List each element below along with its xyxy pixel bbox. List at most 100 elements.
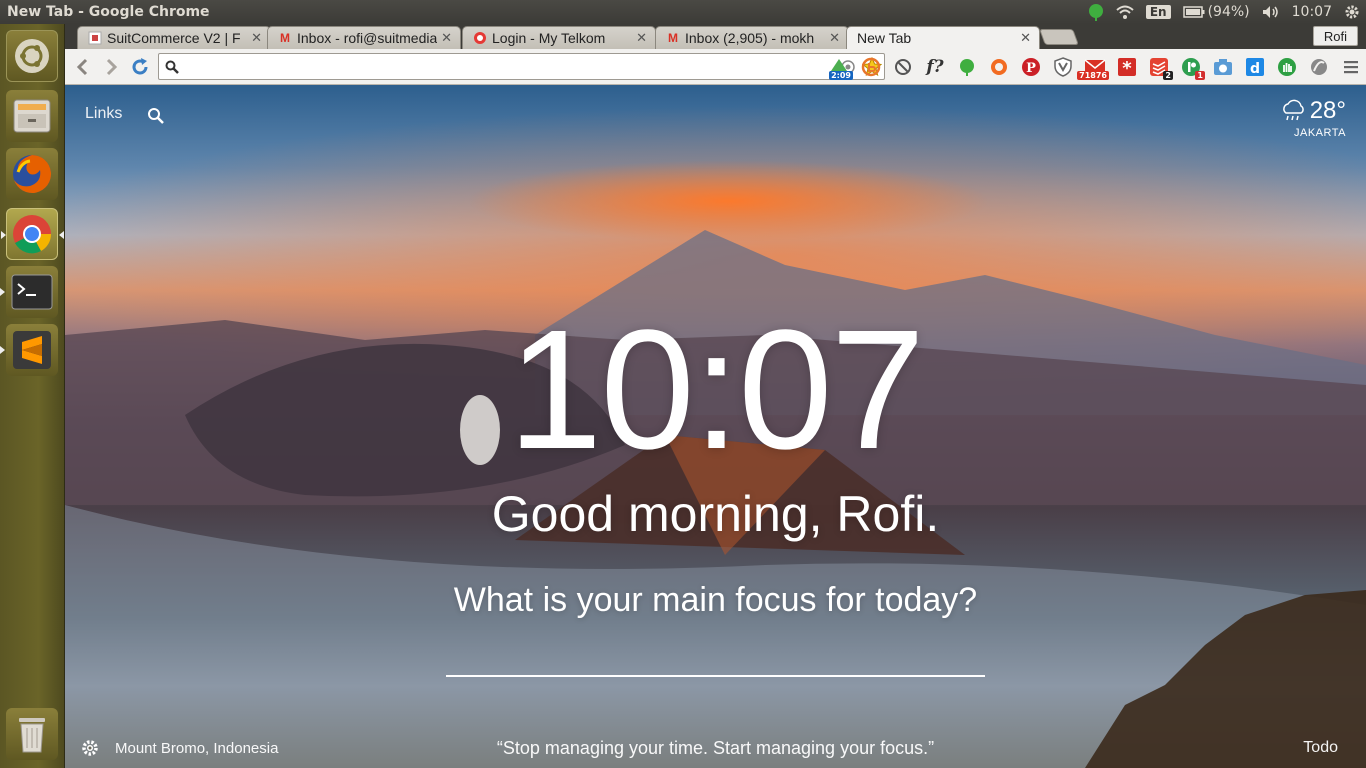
firefox-sync-extension-icon[interactable] [983, 54, 1015, 80]
grey-swirl-extension-icon[interactable] [1303, 54, 1335, 80]
battery-indicator[interactable]: (94%) [1182, 4, 1250, 20]
extension-bar: 2:09 f? P 71876 * 2 1 d [823, 54, 1366, 80]
wifi-icon[interactable] [1116, 5, 1134, 19]
top-panel: New Tab - Google Chrome En (94%) 10:07 [0, 0, 1366, 24]
tab-title: Login - My Telkom [492, 30, 606, 46]
mail-checker-extension-icon[interactable]: 71876 [1077, 54, 1111, 80]
tab-strip: SuitCommerce V2 | F ✕ M Inbox - rofi@sui… [65, 24, 1366, 49]
terminal-icon [11, 274, 53, 310]
tab-gmail-mokh[interactable]: M Inbox (2,905) - mokh ✕ [655, 26, 849, 49]
reload-button[interactable] [126, 53, 154, 81]
focused-indicator [59, 231, 64, 239]
profile-button[interactable]: Rofi [1312, 26, 1358, 46]
svg-text:d: d [1250, 61, 1260, 77]
forward-arrow-icon [106, 58, 118, 76]
lastpass-extension-icon[interactable]: * [1111, 54, 1143, 80]
tab-gmail-rofi[interactable]: M Inbox - rofi@suitmedia ✕ [267, 26, 461, 49]
files-icon [13, 99, 51, 133]
tab-title: Inbox (2,905) - mokh [685, 30, 815, 46]
timer-extension-icon[interactable]: 2:09 [823, 54, 855, 80]
evernote-indicator-icon[interactable] [1088, 3, 1104, 21]
trash-icon [19, 718, 45, 753]
battery-percent: (94%) [1207, 4, 1250, 20]
screenshot-extension-icon[interactable] [1207, 54, 1239, 80]
todo-button[interactable]: Todo [1303, 739, 1338, 757]
system-gear-icon[interactable] [1344, 4, 1360, 20]
tab-mytelkom[interactable]: Login - My Telkom ✕ [462, 26, 656, 49]
ubuntu-dash-button[interactable] [6, 30, 58, 82]
gmail-favicon-icon: M [280, 31, 290, 45]
rain-cloud-icon [1282, 99, 1304, 121]
links-button[interactable]: Links [85, 105, 122, 123]
daily-quote[interactable]: “Stop managing your time. Start managing… [65, 738, 1366, 759]
trash-launcher[interactable] [6, 708, 58, 760]
timer-badge: 2:09 [829, 71, 853, 80]
telkom-favicon-icon [473, 31, 487, 45]
battery-icon [1182, 6, 1205, 18]
tab-title: New Tab [857, 30, 912, 46]
terminal-launcher[interactable] [0, 266, 58, 318]
tab-title: Inbox - rofi@suitmedia [297, 30, 438, 46]
font-finder-extension-icon[interactable]: f? [919, 54, 951, 80]
hamburger-menu-icon [1344, 61, 1358, 74]
tab-close-icon[interactable]: ✕ [441, 30, 452, 46]
pinterest-extension-icon[interactable]: P [1015, 54, 1047, 80]
clock: 10:07 [507, 295, 925, 485]
clock-indicator[interactable]: 10:07 [1292, 4, 1332, 20]
weather-temperature: 28° [1309, 97, 1346, 124]
tab-close-icon[interactable]: ✕ [251, 30, 262, 46]
greeting: Good morning, Rofi. [491, 486, 940, 542]
weather-widget[interactable]: 28° JAKARTA [1280, 97, 1346, 139]
svg-text:P: P [1026, 61, 1036, 76]
files-launcher[interactable] [6, 90, 58, 142]
sublime-text-icon [13, 331, 51, 369]
focus-question: What is your main focus for today? [453, 581, 978, 619]
tab-title: SuitCommerce V2 | F [107, 30, 241, 46]
weather-location: JAKARTA [1294, 127, 1346, 139]
volume-icon[interactable] [1262, 5, 1280, 19]
focus-input[interactable] [446, 637, 985, 677]
sublime-text-launcher[interactable] [0, 324, 58, 376]
back-button[interactable] [69, 53, 97, 81]
reload-icon [132, 58, 148, 75]
suitcommerce-favicon-icon [88, 31, 102, 45]
window-title: New Tab - Google Chrome [7, 4, 210, 20]
shield-extension-icon[interactable] [1047, 54, 1079, 80]
firefox-launcher[interactable] [6, 148, 58, 200]
new-tab-button[interactable] [1039, 29, 1079, 45]
tab-suitcommerce[interactable]: SuitCommerce V2 | F ✕ [77, 26, 271, 49]
chrome-launcher[interactable] [1, 208, 64, 260]
todoist-badge: 2 [1163, 71, 1173, 80]
green-hand-extension-icon[interactable] [1271, 54, 1303, 80]
momentum-new-tab-page: Links 28° JAKARTA 10:07 Good morning, Ro… [65, 85, 1366, 768]
tab-close-icon[interactable]: ✕ [1020, 30, 1031, 46]
green-app-extension-icon[interactable]: 1 [1175, 54, 1207, 80]
tab-close-icon[interactable]: ✕ [636, 30, 647, 46]
chrome-menu-button[interactable] [1335, 54, 1366, 80]
keyboard-language-indicator[interactable]: En [1145, 5, 1171, 19]
running-indicator [1, 231, 6, 239]
evernote-extension-icon[interactable] [951, 54, 983, 80]
chrome-icon [13, 215, 52, 254]
search-icon[interactable] [147, 107, 165, 125]
svg-text:*: * [1122, 58, 1132, 77]
bottom-bar: Mount Bromo, Indonesia “Stop managing yo… [65, 728, 1366, 768]
tab-close-icon[interactable]: ✕ [829, 30, 840, 46]
mail-count-badge: 71876 [1077, 71, 1109, 80]
d-extension-icon[interactable]: d [1239, 54, 1271, 80]
language-label: En [1145, 5, 1171, 19]
tab-new-tab[interactable]: New Tab ✕ [846, 26, 1040, 49]
running-indicator [0, 346, 5, 354]
gmail-favicon-icon: M [668, 31, 678, 45]
loop-extension-icon[interactable] [887, 54, 919, 80]
omnibox[interactable] [158, 53, 885, 80]
back-arrow-icon [76, 58, 88, 76]
todoist-extension-icon[interactable]: 2 [1143, 54, 1175, 80]
ubuntu-dash-icon [15, 39, 49, 73]
forward-button[interactable] [97, 53, 125, 81]
orange-b-extension-icon[interactable] [855, 54, 887, 80]
omnibox-input[interactable] [179, 54, 840, 79]
indicator-area: En (94%) 10:07 [1088, 0, 1360, 24]
app-badge: 1 [1195, 71, 1205, 80]
search-icon [165, 60, 179, 74]
